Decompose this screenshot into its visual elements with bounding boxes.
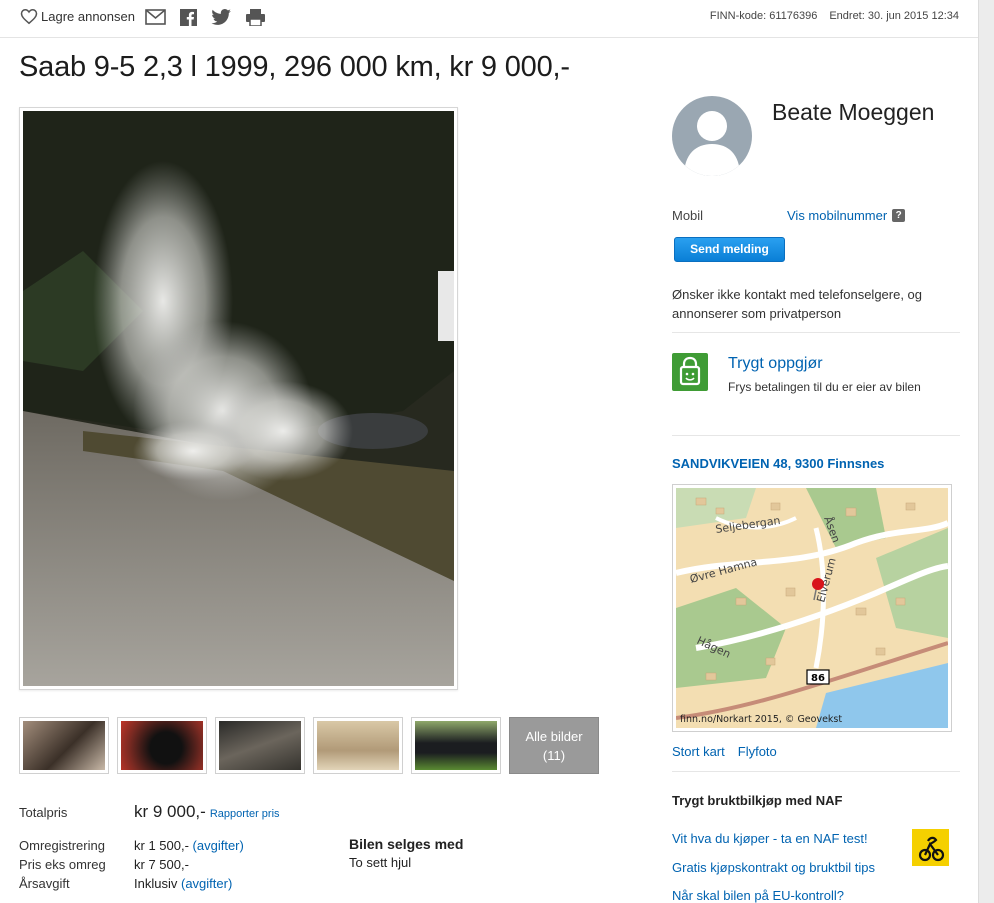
- email-icon[interactable]: [145, 9, 166, 25]
- map-links: Stort kart Flyfoto: [672, 744, 790, 759]
- all-images-label: Alle bilder: [525, 729, 583, 744]
- price-row-label: Pris eks omreg: [19, 857, 106, 872]
- twitter-icon[interactable]: [211, 9, 232, 26]
- updated-date: Endret: 30. jun 2015 12:34: [829, 10, 959, 22]
- naf-heading: Trygt bruktbilkjøp med NAF: [672, 793, 843, 808]
- all-images-button[interactable]: Alle bilder (11): [509, 717, 599, 774]
- seller-avatar: [672, 96, 752, 176]
- map-route-number: 86: [811, 673, 825, 684]
- facebook-icon[interactable]: [180, 9, 197, 26]
- thumbnail-strip: Alle bilder (11): [19, 717, 607, 774]
- seller-notice: Ønsker ikke kontakt med telefonselgere, …: [672, 287, 923, 321]
- total-price-value: kr 9 000,-: [134, 802, 206, 821]
- naf-link[interactable]: Vit hva du kjøper - ta en NAF test!: [672, 831, 868, 846]
- thumbnail[interactable]: [215, 717, 305, 774]
- aerial-photo-link[interactable]: Flyfoto: [738, 744, 777, 759]
- print-icon[interactable]: [246, 9, 265, 26]
- map-credit: finn.no/Norkart 2015, © Geovekst: [680, 714, 842, 725]
- ad-title: Saab 9-5 2,3 l 1999, 296 000 km, kr 9 00…: [19, 51, 570, 83]
- top-toolbar: Lagre annonsen FINN-kode: 61176396 Endret…: [0, 0, 978, 38]
- send-message-button[interactable]: Send melding: [674, 237, 785, 262]
- map-image: Seljebergan Åsen Øvre Hamna Elverum Håge…: [675, 488, 950, 728]
- thumbnail[interactable]: [117, 717, 207, 774]
- seller-name: Beate Moeggen: [772, 99, 935, 125]
- thumbnail[interactable]: [19, 717, 109, 774]
- big-map-link[interactable]: Stort kart: [672, 744, 725, 759]
- divider: [672, 435, 960, 436]
- safe-payment-icon: [672, 353, 708, 391]
- divider: [672, 771, 960, 772]
- thumbnail[interactable]: [411, 717, 501, 774]
- naf-logo-icon: [912, 829, 949, 866]
- fees-link[interactable]: (avgifter): [181, 876, 232, 891]
- naf-link[interactable]: Gratis kjøpskontrakt og bruktbil tips: [672, 860, 875, 875]
- safe-payment-description: Frys betalingen til du er eier av bilen: [728, 380, 921, 394]
- thumbnail[interactable]: [313, 717, 403, 774]
- ad-meta: FINN-kode: 61176396 Endret: 30. jun 2015 …: [710, 10, 959, 22]
- save-ad-label: Lagre annonsen: [41, 9, 135, 24]
- price-row-label: Årsavgift: [19, 876, 70, 891]
- heart-icon: [20, 8, 38, 25]
- location-map[interactable]: Seljebergan Åsen Øvre Hamna Elverum Håge…: [672, 484, 952, 732]
- main-image[interactable]: [19, 107, 458, 690]
- mobile-label: Mobil: [672, 208, 704, 223]
- sold-with-item: To sett hjul: [349, 855, 412, 870]
- price-row-amount: kr 1 500,-: [134, 838, 189, 853]
- show-mobile-link[interactable]: Vis mobilnummer?: [787, 208, 906, 223]
- total-price-label: Totalpris: [19, 805, 68, 820]
- location-address[interactable]: SANDVIKVEIEN 48, 9300 Finnsnes: [672, 456, 884, 471]
- show-mobile-label: Vis mobilnummer: [787, 208, 888, 223]
- finn-code: FINN-kode: 61176396: [709, 10, 818, 22]
- help-icon[interactable]: ?: [892, 209, 906, 222]
- all-images-count: (11): [542, 748, 566, 763]
- ad-page: Lagre annonsen FINN-kode: 61176396 Endret…: [0, 0, 978, 903]
- fees-link[interactable]: (avgifter): [193, 838, 244, 853]
- price-row-value: kr 7 500,-: [134, 857, 189, 872]
- page-edge: [978, 0, 994, 903]
- sold-with-heading: Bilen selges med: [349, 836, 464, 852]
- price-row-value: Inklusiv (avgifter): [134, 876, 232, 891]
- price-row-amount: Inklusiv: [134, 876, 178, 891]
- map-pin-icon: [812, 578, 824, 590]
- main-photo: [23, 111, 454, 686]
- price-row-value: kr 1 500,- (avgifter): [134, 838, 244, 853]
- save-ad-button[interactable]: Lagre annonsen: [20, 8, 135, 25]
- user-icon: [684, 111, 740, 176]
- price-row-label: Omregistrering: [19, 838, 105, 853]
- divider: [672, 332, 960, 333]
- total-price: kr 9 000,- Rapporter pris: [134, 802, 280, 822]
- safe-payment-title[interactable]: Trygt oppgjør: [728, 355, 823, 373]
- report-price-link[interactable]: Rapporter pris: [210, 808, 280, 820]
- naf-link[interactable]: Når skal bilen på EU-kontroll?: [672, 888, 844, 903]
